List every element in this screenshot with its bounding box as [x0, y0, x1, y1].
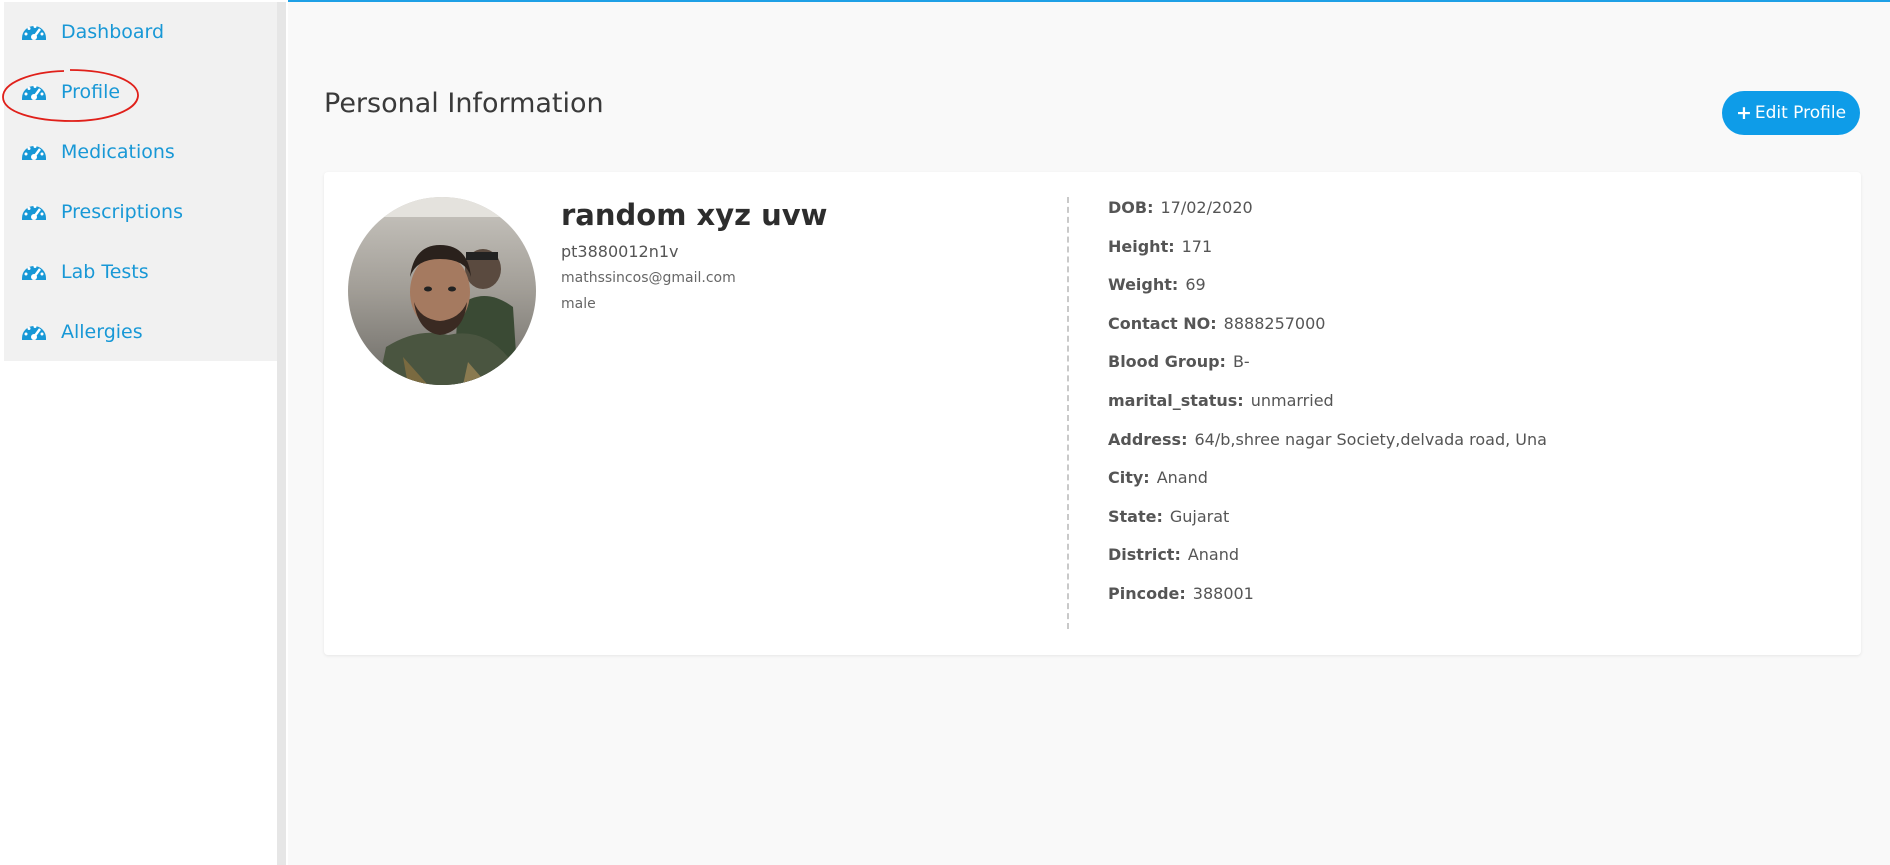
detail-key: Blood Group: — [1108, 352, 1226, 372]
detail-key: State: — [1108, 506, 1163, 526]
patient-email: mathssincos@gmail.com — [561, 270, 736, 286]
page-title: Personal Information — [324, 88, 604, 119]
detail-row-marital-status: marital_status: unmarried — [1108, 391, 1547, 430]
detail-value: 171 — [1181, 236, 1213, 256]
detail-value: Anand — [1156, 468, 1208, 488]
detail-value: 17/02/2020 — [1160, 198, 1253, 217]
sidebar-item-lab-tests[interactable]: Lab Tests — [20, 257, 149, 287]
detail-key: Height: — [1108, 236, 1175, 256]
sidebar-scrollbar[interactable] — [277, 2, 286, 865]
sidebar: Dashboard Profile Medications Prescripti… — [0, 0, 288, 865]
speedometer-icon — [20, 138, 48, 166]
detail-key: marital_status: — [1108, 390, 1244, 410]
detail-value: B- — [1232, 352, 1250, 372]
speedometer-icon — [20, 318, 48, 346]
detail-value: 388001 — [1192, 583, 1254, 603]
sidebar-item-label: Medications — [61, 141, 175, 163]
detail-key: Contact NO: — [1108, 313, 1217, 333]
detail-row-pincode: Pincode: 388001 — [1108, 584, 1547, 623]
detail-value: unmarried — [1250, 390, 1334, 410]
detail-row-state: State: Gujarat — [1108, 507, 1547, 546]
detail-key: Pincode: — [1108, 583, 1186, 603]
profile-card: random xyz uvw pt3880012n1v mathssincos@… — [324, 172, 1861, 655]
detail-key: DOB: — [1108, 198, 1154, 217]
sidebar-item-label: Allergies — [61, 321, 143, 343]
detail-row-address: Address: 64/b,shree nagar Society,delvada… — [1108, 430, 1547, 469]
sidebar-item-label: Lab Tests — [61, 261, 149, 283]
detail-value: Anand — [1187, 545, 1240, 565]
patient-gender: male — [561, 296, 596, 312]
speedometer-icon — [20, 198, 48, 226]
detail-value: 64/b,shree nagar Society,delvada road, U… — [1194, 429, 1547, 449]
personal-details-list: DOB: 17/02/2020 Height: 171 Weight: 69 Cont… — [1108, 198, 1547, 623]
patient-name: random xyz uvw — [561, 198, 828, 232]
patient-id: pt3880012n1v — [561, 242, 679, 261]
plus-icon: + — [1735, 102, 1752, 124]
sidebar-item-medications[interactable]: Medications — [20, 137, 175, 167]
detail-value: Gujarat — [1169, 506, 1230, 526]
speedometer-icon — [20, 18, 48, 46]
detail-key: Address: — [1108, 429, 1188, 449]
detail-row-weight: Weight: 69 — [1108, 275, 1547, 314]
detail-row-height: Height: 171 — [1108, 237, 1547, 276]
detail-row-contact: Contact NO: 8888257000 — [1108, 314, 1547, 353]
speedometer-icon — [20, 78, 48, 106]
detail-row-dob: DOB: 17/02/2020 — [1108, 198, 1547, 237]
sidebar-item-label: Profile — [61, 81, 121, 103]
speedometer-icon — [20, 258, 48, 286]
sidebar-item-allergies[interactable]: Allergies — [20, 317, 143, 347]
section-divider — [1067, 197, 1069, 629]
sidebar-item-label: Prescriptions — [61, 201, 183, 223]
sidebar-item-dashboard[interactable]: Dashboard — [20, 17, 164, 47]
detail-key: District: — [1108, 545, 1181, 565]
detail-row-city: City: Anand — [1108, 468, 1547, 507]
sidebar-item-prescriptions[interactable]: Prescriptions — [20, 197, 183, 227]
sidebar-menu — [4, 2, 278, 361]
detail-key: City: — [1108, 468, 1150, 488]
avatar — [348, 197, 536, 385]
detail-value: 8888257000 — [1223, 313, 1326, 333]
edit-profile-label: Edit Profile — [1754, 103, 1847, 123]
sidebar-item-label: Dashboard — [61, 21, 165, 43]
edit-profile-button[interactable]: + Edit Profile — [1722, 91, 1860, 135]
detail-key: Weight: — [1108, 275, 1179, 295]
detail-row-district: District: Anand — [1108, 545, 1547, 584]
detail-row-blood-group: Blood Group: B- — [1108, 352, 1547, 391]
sidebar-item-profile[interactable]: Profile — [20, 77, 120, 107]
detail-value: 69 — [1185, 275, 1206, 295]
